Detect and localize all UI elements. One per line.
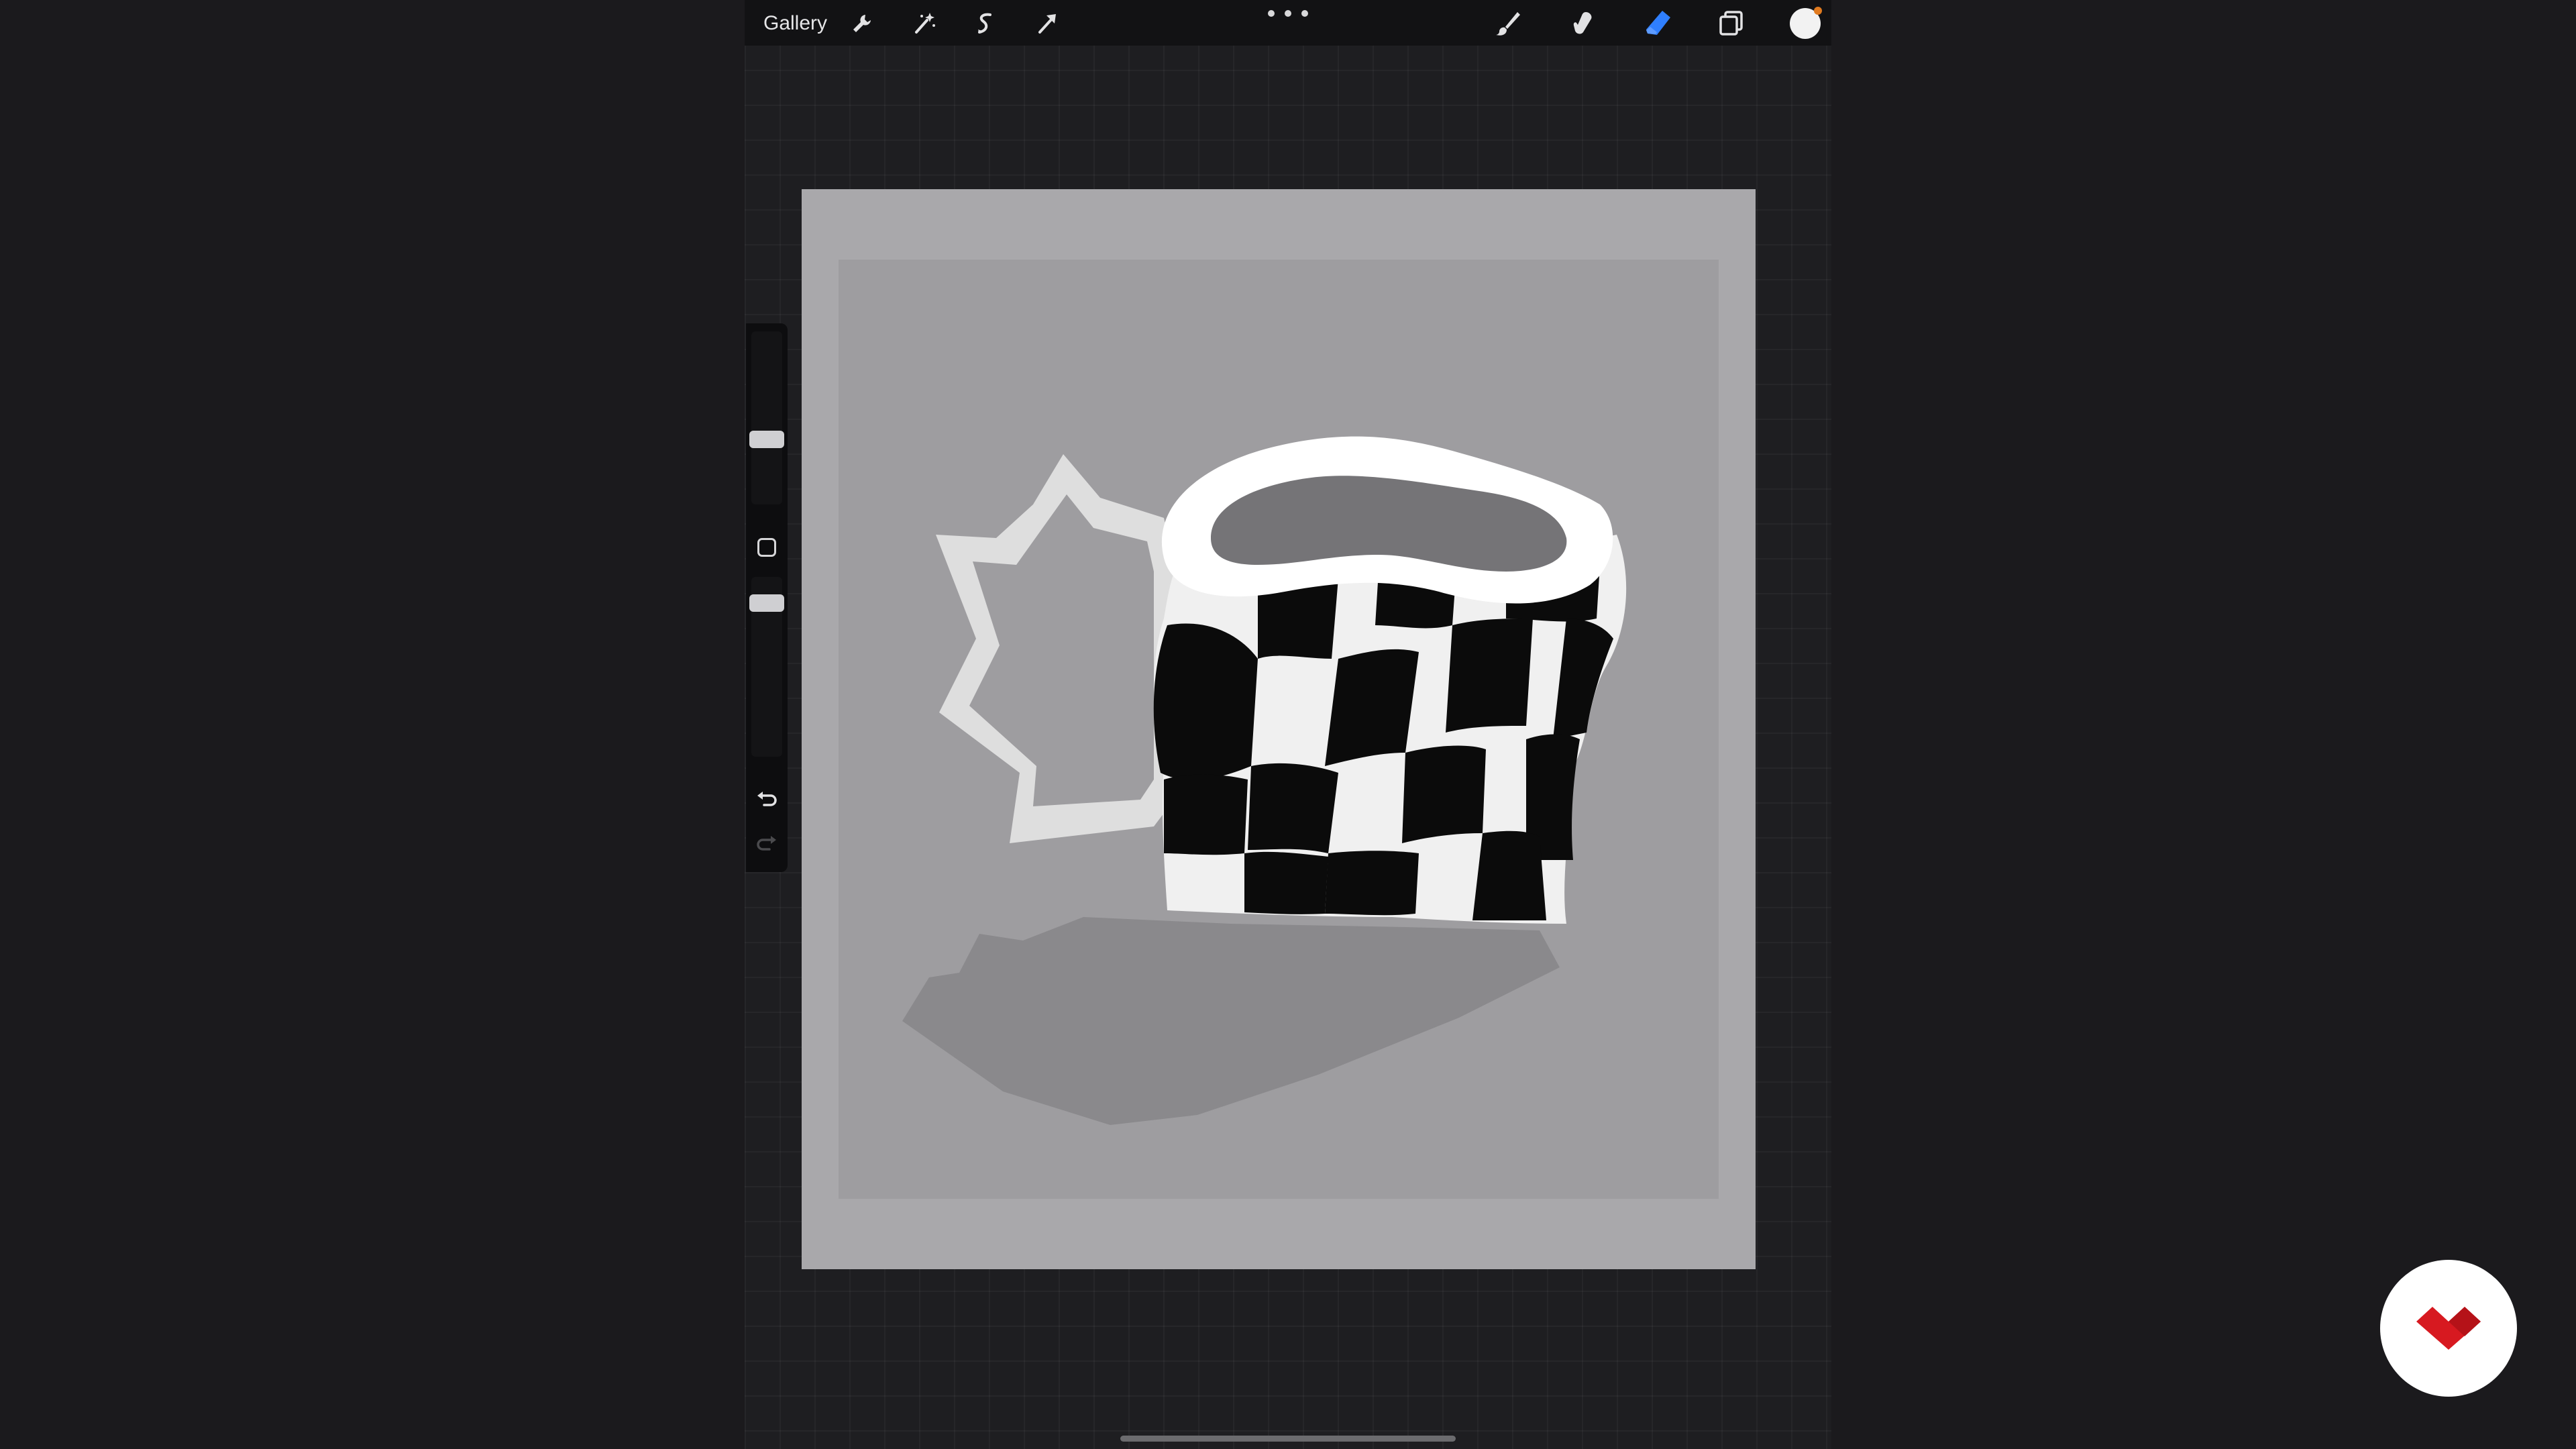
selection-icon[interactable] [969, 7, 1002, 40]
wrench-icon[interactable] [845, 7, 879, 40]
domestika-logo-icon [2380, 1260, 2517, 1397]
brush-size-slider[interactable] [751, 331, 782, 504]
eraser-icon[interactable] [1641, 7, 1674, 40]
modify-square-button[interactable] [757, 538, 776, 557]
magic-wand-icon[interactable] [907, 7, 941, 40]
brush-icon[interactable] [1491, 7, 1524, 40]
checkered-mug-artwork [839, 260, 1719, 1199]
gallery-button[interactable]: Gallery [763, 8, 827, 39]
opacity-thumb[interactable] [749, 594, 784, 612]
brush-size-thumb[interactable] [749, 431, 784, 448]
home-indicator[interactable] [1120, 1436, 1456, 1442]
transform-arrow-icon[interactable] [1030, 7, 1064, 40]
drawing-canvas[interactable] [802, 189, 1756, 1269]
more-options-icon[interactable] [1268, 5, 1308, 21]
sidebar [746, 323, 788, 872]
smudge-icon[interactable] [1566, 7, 1599, 40]
redo-icon[interactable] [753, 830, 780, 857]
undo-icon[interactable] [753, 786, 780, 813]
layers-icon[interactable] [1715, 7, 1748, 40]
color-picker-button[interactable] [1790, 7, 1822, 39]
